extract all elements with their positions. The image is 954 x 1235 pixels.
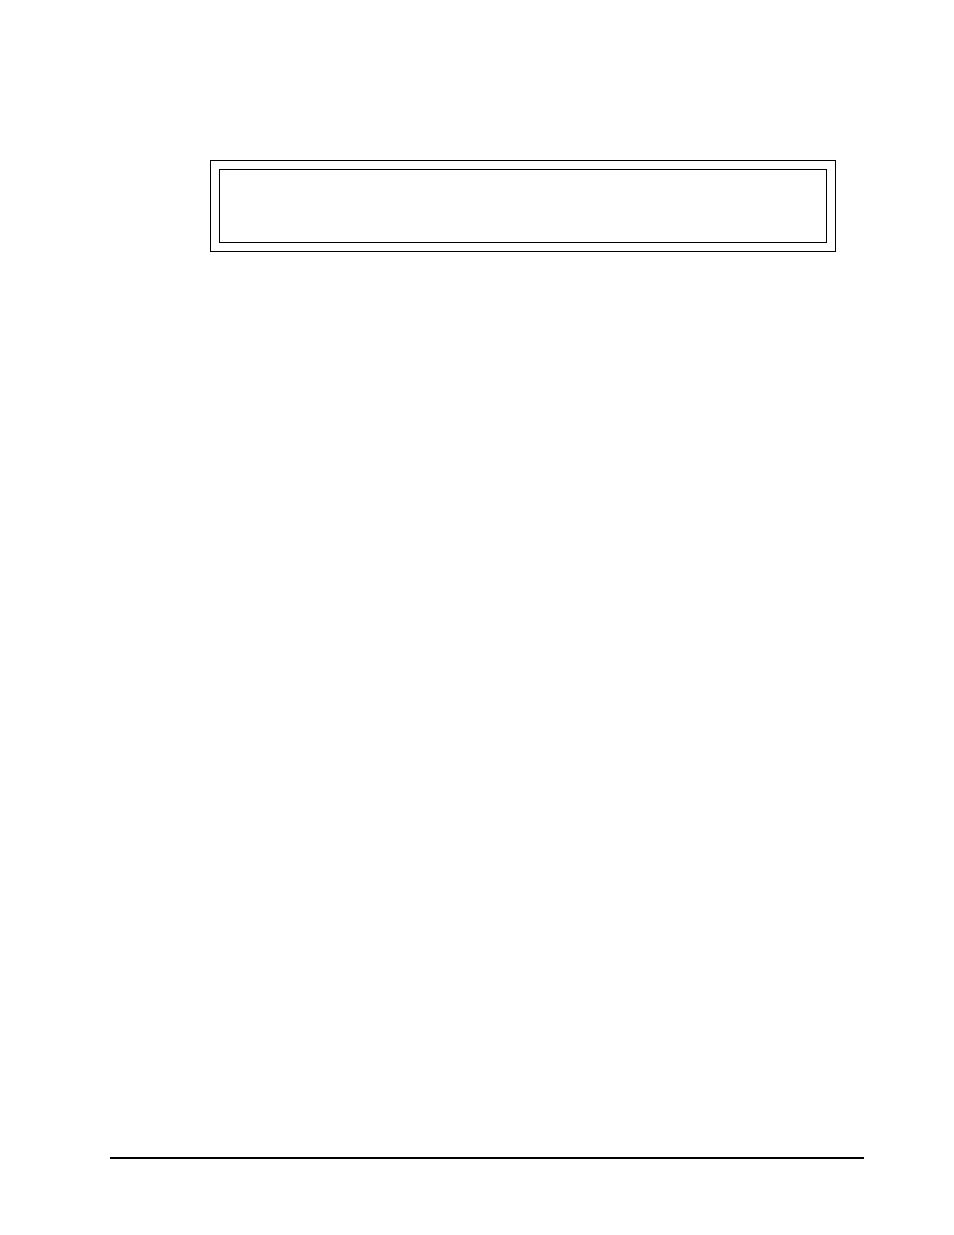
footer-horizontal-rule [110, 1157, 864, 1159]
outer-framed-box [210, 160, 836, 252]
document-page [0, 0, 954, 1235]
inner-framed-box [219, 169, 827, 243]
